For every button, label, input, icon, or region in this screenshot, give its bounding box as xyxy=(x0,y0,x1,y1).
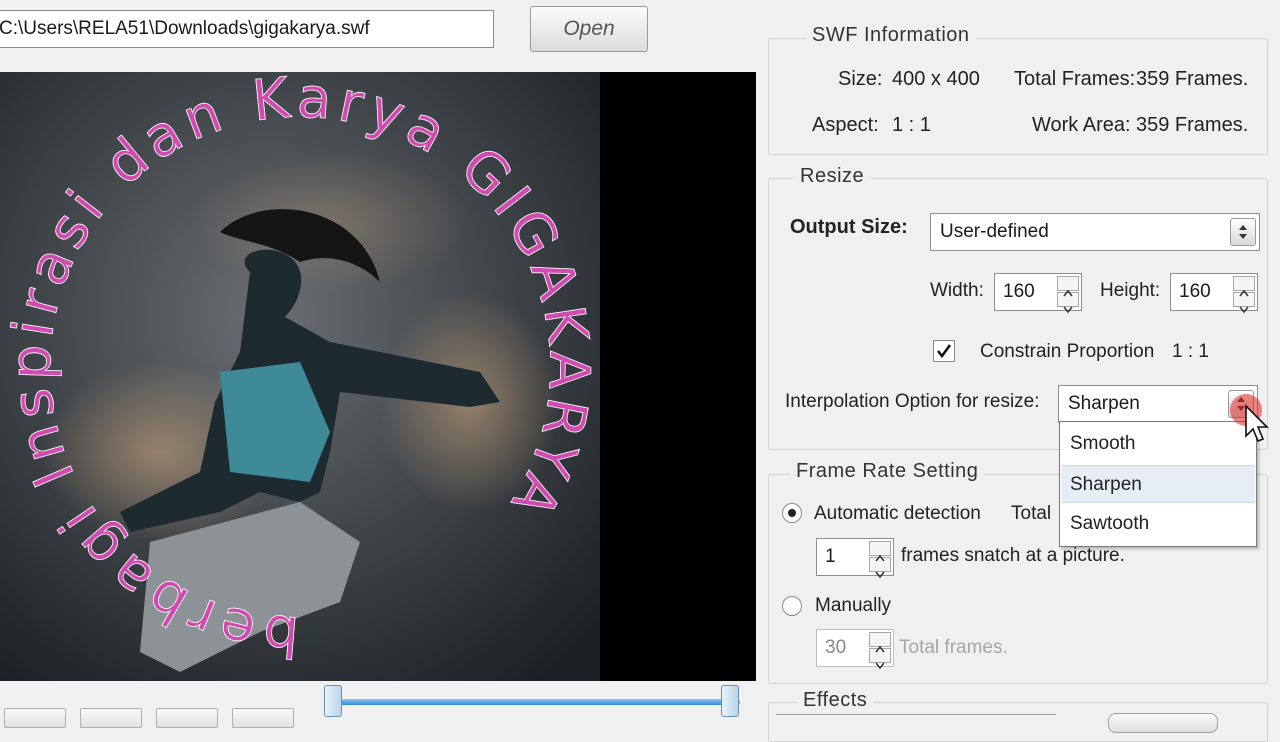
updown-arrows-icon xyxy=(1239,225,1247,239)
swf-info-legend: SWF Information xyxy=(806,24,976,47)
height-spin-buttons[interactable] xyxy=(1233,276,1255,314)
height-spinbox[interactable]: 160 xyxy=(1170,273,1258,314)
width-up-icon[interactable] xyxy=(1057,276,1079,297)
automatic-detection-radio[interactable] xyxy=(782,503,802,523)
timeline-slider[interactable] xyxy=(330,699,740,705)
swf-info-group xyxy=(768,38,1268,155)
constrain-proportion-checkbox[interactable] xyxy=(933,340,955,362)
size-label: Size: xyxy=(838,68,883,90)
snatch-down-icon[interactable] xyxy=(869,557,891,579)
timeline-start-handle[interactable] xyxy=(324,685,342,717)
checkmark-icon xyxy=(936,344,952,359)
constrain-ratio: 1 : 1 xyxy=(1172,341,1209,362)
preview-area: berbagi Inspirasi dan Karya GIGAKARYA xyxy=(0,72,756,681)
width-spinbox[interactable]: 160 xyxy=(994,273,1082,314)
size-value: 400 x 400 xyxy=(892,68,980,90)
snatch-frames-value: 1 xyxy=(825,546,836,567)
width-spin-buttons[interactable] xyxy=(1057,276,1079,314)
mouse-cursor-icon xyxy=(1230,394,1269,443)
total-frames-label: Total Frames: xyxy=(1014,68,1136,90)
option-sawtooth[interactable]: Sawtooth xyxy=(1061,505,1255,543)
work-area-label: Work Area: xyxy=(1032,114,1131,136)
output-size-dropdown-button[interactable] xyxy=(1230,218,1256,246)
option-sharpen[interactable]: Sharpen xyxy=(1061,465,1255,503)
next-frame-button[interactable] xyxy=(232,708,294,728)
output-size-label: Output Size: xyxy=(790,216,908,238)
manual-frames-value: 30 xyxy=(825,637,847,658)
play-button[interactable] xyxy=(156,708,218,728)
open-button[interactable]: Open xyxy=(530,6,648,52)
height-value: 160 xyxy=(1179,281,1211,302)
width-label: Width: xyxy=(930,280,984,301)
snatch-up-icon[interactable] xyxy=(869,541,891,562)
aspect-label: Aspect: xyxy=(812,114,879,136)
automatic-detection-label: Automatic detection xyxy=(814,503,981,524)
aspect-value: 1 : 1 xyxy=(892,114,931,136)
file-path-field[interactable]: C:\Users\RELA51\Downloads\gigakarya.swf xyxy=(0,10,494,48)
work-area-value: 359 Frames. xyxy=(1136,114,1249,136)
total-frames-value: 359 Frames. xyxy=(1136,68,1249,90)
automatic-detection-suffix: Total xyxy=(1011,503,1052,524)
snatch-frames-spinbox[interactable]: 1 xyxy=(816,538,894,579)
effects-button[interactable] xyxy=(1108,713,1218,733)
manual-up-icon[interactable] xyxy=(869,632,891,653)
constrain-proportion-label: Constrain Proportion xyxy=(980,341,1155,362)
manual-frames-spinbox[interactable]: 30 xyxy=(816,629,894,670)
width-down-icon[interactable] xyxy=(1057,292,1079,314)
height-down-icon[interactable] xyxy=(1233,292,1255,314)
effects-legend: Effects xyxy=(797,689,874,712)
radio-dot-icon xyxy=(788,509,796,517)
manual-spin-buttons[interactable] xyxy=(869,632,891,670)
interpolation-value: Sharpen xyxy=(1068,393,1140,414)
previous-frame-button[interactable] xyxy=(80,708,142,728)
height-up-icon[interactable] xyxy=(1233,276,1255,297)
manually-label: Manually xyxy=(815,595,892,616)
timeline-end-handle[interactable] xyxy=(721,685,739,717)
interpolation-label: Interpolation Option for resize: xyxy=(785,391,1040,412)
output-size-value: User-defined xyxy=(940,221,1049,242)
height-label: Height: xyxy=(1100,280,1161,301)
first-frame-button[interactable] xyxy=(4,708,66,728)
manual-frames-suffix: Total frames. xyxy=(899,637,1008,658)
preview-image: berbagi Inspirasi dan Karya GIGAKARYA xyxy=(0,72,600,681)
snatch-spin-buttons[interactable] xyxy=(869,541,891,579)
frame-rate-legend: Frame Rate Setting xyxy=(790,460,985,483)
manual-down-icon[interactable] xyxy=(869,648,891,670)
snatch-frames-label: frames snatch at a picture. xyxy=(901,545,1125,566)
width-value: 160 xyxy=(1003,281,1035,302)
output-size-select[interactable]: User-defined xyxy=(930,213,1260,251)
resize-legend: Resize xyxy=(794,165,871,188)
manually-radio[interactable] xyxy=(782,596,802,616)
